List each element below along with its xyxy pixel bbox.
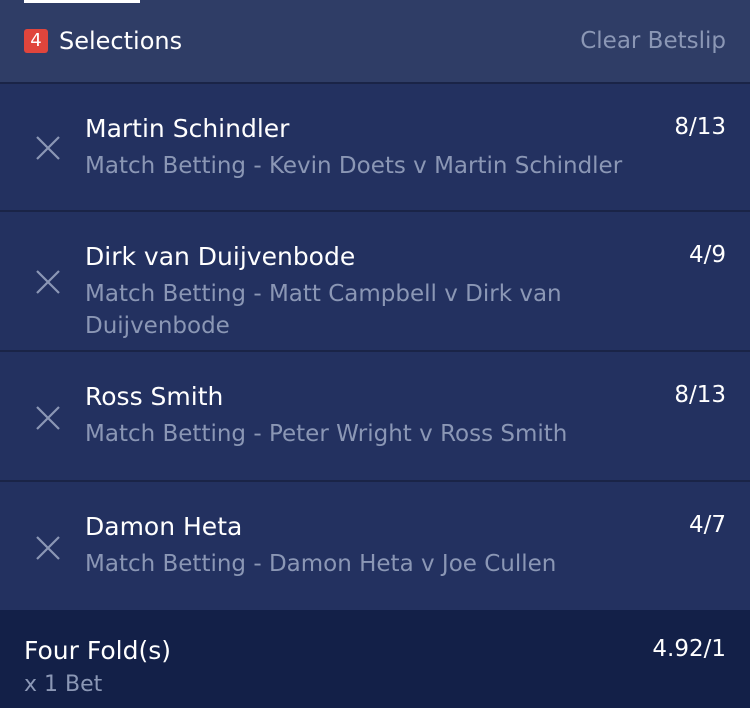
selection-market: Match Betting - Matt Campbell v Dirk van…: [85, 281, 562, 339]
selection-item: Martin Schindler 8/13 Match Betting - Ke…: [0, 82, 750, 210]
selection-odds: 4/7: [688, 512, 726, 538]
accumulator-odds: 4.92/1: [652, 636, 726, 662]
active-tab-indicator: [24, 0, 140, 3]
selections-title: Selections: [59, 27, 183, 55]
betslip: 4 Selections Clear Betslip Martin Schind…: [0, 0, 750, 708]
selection-name: Martin Schindler: [85, 114, 290, 143]
selection-item: Dirk van Duijvenbode 4/9 Match Betting -…: [0, 210, 750, 350]
selection-name: Ross Smith: [85, 382, 224, 411]
bet-summary: Four Fold(s) x 1 Bet 4.92/1: [0, 610, 750, 708]
selection-market: Match Betting - Kevin Doets v Martin Sch…: [85, 153, 623, 179]
bet-count-label: x 1 Bet: [24, 672, 103, 697]
clear-betslip-button[interactable]: Clear Betslip: [580, 28, 726, 54]
selection-name: Damon Heta: [85, 512, 243, 541]
selection-odds: 4/9: [688, 242, 726, 268]
selection-odds: 8/13: [674, 382, 726, 408]
selection-item: Ross Smith 8/13 Match Betting - Peter Wr…: [0, 350, 750, 480]
remove-selection-close-icon[interactable]: [34, 534, 62, 562]
remove-selection-close-icon[interactable]: [34, 134, 62, 162]
betslip-header: 4 Selections Clear Betslip: [0, 0, 750, 82]
selection-odds: 8/13: [674, 114, 726, 140]
remove-selection-close-icon[interactable]: [34, 268, 62, 296]
selection-name: Dirk van Duijvenbode: [85, 242, 356, 271]
bet-type-label: Four Fold(s): [24, 636, 171, 665]
selections-heading: 4 Selections: [24, 27, 182, 55]
selection-market: Match Betting - Damon Heta v Joe Cullen: [85, 551, 557, 577]
selection-item: Damon Heta 4/7 Match Betting - Damon Het…: [0, 480, 750, 610]
selection-market: Match Betting - Peter Wright v Ross Smit…: [85, 421, 568, 447]
remove-selection-close-icon[interactable]: [34, 404, 62, 432]
selection-count-badge: 4: [24, 29, 48, 53]
